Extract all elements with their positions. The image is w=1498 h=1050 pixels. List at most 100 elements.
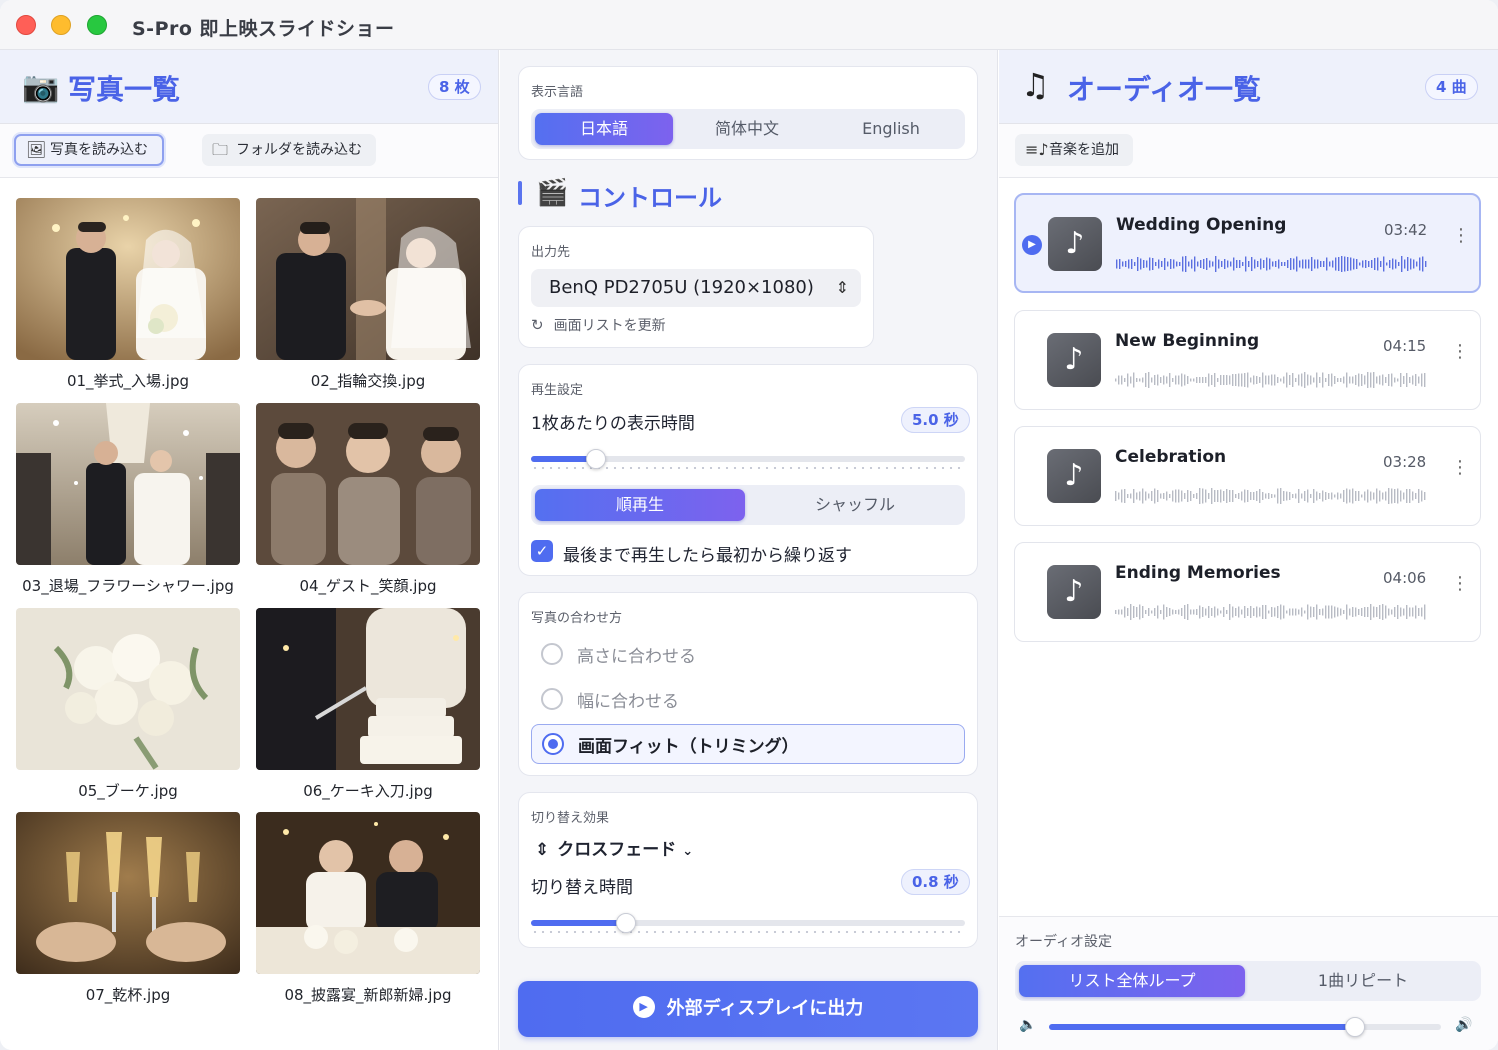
- track-item[interactable]: ♪ Ending Memories 04:06 ⋮: [1014, 542, 1481, 642]
- photo-thumbnail[interactable]: [256, 812, 480, 974]
- waveform-bar: [1133, 372, 1135, 388]
- fit-option-fill[interactable]: 画面フィット（トリミング）: [531, 724, 965, 764]
- photo-item[interactable]: 07_乾杯.jpg: [16, 812, 240, 1004]
- waveform-bar: [1340, 378, 1342, 382]
- waveform-bar: [1418, 376, 1420, 384]
- waveform-bar: [1178, 375, 1180, 385]
- waveform-bar: [1199, 377, 1201, 383]
- photo-thumbnail[interactable]: [16, 198, 240, 360]
- waveform-bar: [1142, 488, 1144, 504]
- photo-item[interactable]: 05_ブーケ.jpg: [16, 608, 240, 800]
- waveform-bar: [1422, 256, 1424, 272]
- radio-button[interactable]: [542, 733, 564, 755]
- waveform-bar: [1358, 491, 1360, 501]
- photo-item[interactable]: 03_退場_フラワーシャワー.jpg: [16, 403, 240, 595]
- waveform-bar: [1235, 494, 1237, 498]
- add-music-button[interactable]: ≡♪ 音楽を追加: [1015, 134, 1133, 166]
- photo-panel-header: 📷 写真一覧 8 枚: [0, 50, 498, 124]
- refresh-label: 画面リストを更新: [553, 318, 666, 334]
- more-options-icon[interactable]: ⋮: [1451, 343, 1469, 361]
- waveform-bar: [1247, 372, 1249, 388]
- waveform-bar: [1199, 605, 1201, 619]
- radio-button[interactable]: [541, 643, 563, 665]
- zoom-window-button[interactable]: [87, 15, 107, 35]
- loop-option-all[interactable]: リスト全体ループ: [1019, 965, 1245, 997]
- waveform-bar: [1170, 259, 1172, 269]
- photo-thumbnail[interactable]: [256, 608, 480, 770]
- waveform-bar: [1124, 378, 1126, 382]
- waveform-bar: [1319, 609, 1321, 615]
- photo-item[interactable]: 01_挙式_入場.jpg: [16, 198, 240, 390]
- photo-thumbnail[interactable]: [256, 198, 480, 360]
- duration-slider[interactable]: [531, 449, 965, 469]
- photo-item[interactable]: 08_披露宴_新郎新婦.jpg: [256, 812, 480, 1004]
- volume-slider[interactable]: [1049, 1017, 1441, 1037]
- control-title: コントロール: [578, 184, 722, 212]
- waveform-bar: [1310, 494, 1312, 498]
- language-option-ja[interactable]: 日本語: [535, 113, 673, 145]
- playback-label: 再生設定: [531, 383, 584, 398]
- photo-thumbnail[interactable]: [16, 403, 240, 565]
- load-folder-button[interactable]: 🗀 フォルダを読み込む: [202, 134, 376, 166]
- waveform-bar: [1358, 609, 1360, 615]
- track-item[interactable]: ♪ New Beginning 04:15 ⋮: [1014, 310, 1481, 410]
- transition-time-slider[interactable]: [531, 913, 965, 933]
- waveform-bar: [1373, 372, 1375, 388]
- waveform-bar: [1205, 608, 1207, 616]
- waveform-bar: [1119, 259, 1121, 269]
- refresh-display-list-button[interactable]: ↻ 画面リストを更新: [531, 315, 666, 335]
- load-photos-button[interactable]: 🖼 写真を読み込む: [14, 134, 164, 166]
- waveform-bar: [1358, 373, 1360, 387]
- slider-knob[interactable]: [1345, 1017, 1365, 1037]
- photo-item[interactable]: 04_ゲスト_笑顔.jpg: [256, 403, 480, 595]
- slider-knob[interactable]: [616, 913, 636, 933]
- waveform-bar: [1313, 377, 1315, 383]
- photo-thumbnail[interactable]: [256, 403, 480, 565]
- waveform-bar: [1343, 610, 1345, 614]
- transition-effect-select[interactable]: ⇕ クロスフェード ⌄: [535, 835, 693, 860]
- language-option-en[interactable]: English: [821, 113, 961, 145]
- waveform-bar: [1391, 488, 1393, 504]
- loop-option-one[interactable]: 1曲リピート: [1249, 965, 1477, 997]
- photo-thumbnail[interactable]: [16, 608, 240, 770]
- loop-checkbox[interactable]: ✓: [531, 540, 553, 562]
- waveform-bar: [1295, 493, 1297, 499]
- waveform-bar: [1238, 373, 1240, 387]
- order-option-sequential[interactable]: 順再生: [535, 489, 745, 521]
- more-options-icon[interactable]: ⋮: [1451, 459, 1469, 477]
- photo-item[interactable]: 02_指輪交換.jpg: [256, 198, 480, 390]
- waveform-bar: [1343, 490, 1345, 502]
- waveform-bar: [1206, 258, 1208, 270]
- waveform-bar: [1385, 491, 1387, 501]
- waveform-bar: [1224, 259, 1226, 269]
- waveform-bar: [1118, 609, 1120, 615]
- load-folder-label: フォルダを読み込む: [236, 142, 362, 158]
- waveform-bar: [1124, 489, 1126, 503]
- waveform-bar: [1121, 489, 1123, 503]
- photo-item[interactable]: 06_ケーキ入刀.jpg: [256, 608, 480, 800]
- close-window-button[interactable]: [16, 15, 36, 35]
- output-card: 出力先 BenQ PD2705U (1920×1080) ⇕ ↻ 画面リストを更新: [518, 226, 874, 348]
- track-item[interactable]: ▶ ♪ Wedding Opening 03:42 ⋮: [1014, 193, 1481, 293]
- order-option-shuffle[interactable]: シャッフル: [749, 489, 961, 521]
- more-options-icon[interactable]: ⋮: [1451, 575, 1469, 593]
- waveform-bar: [1400, 373, 1402, 387]
- display-select[interactable]: BenQ PD2705U (1920×1080) ⇕: [531, 269, 861, 307]
- waveform-bar: [1241, 491, 1243, 501]
- fit-option-width[interactable]: 幅に合わせる: [531, 680, 965, 718]
- fit-option-height[interactable]: 高さに合わせる: [531, 635, 965, 673]
- waveform-bar: [1307, 489, 1309, 503]
- radio-button[interactable]: [541, 688, 563, 710]
- waveform-bar: [1167, 261, 1169, 267]
- minimize-window-button[interactable]: [51, 15, 71, 35]
- slider-knob[interactable]: [586, 449, 606, 469]
- waveform-bar: [1125, 261, 1127, 267]
- output-to-external-display-button[interactable]: ▶ 外部ディスプレイに出力: [518, 981, 978, 1037]
- more-options-icon[interactable]: ⋮: [1452, 227, 1470, 245]
- track-item[interactable]: ♪ Celebration 03:28 ⋮: [1014, 426, 1481, 526]
- photo-thumbnail[interactable]: [16, 812, 240, 974]
- waveform-bar: [1400, 490, 1402, 502]
- waveform-bar: [1173, 259, 1175, 269]
- language-option-zh[interactable]: 简体中文: [677, 113, 817, 145]
- waveform-bar: [1178, 489, 1180, 503]
